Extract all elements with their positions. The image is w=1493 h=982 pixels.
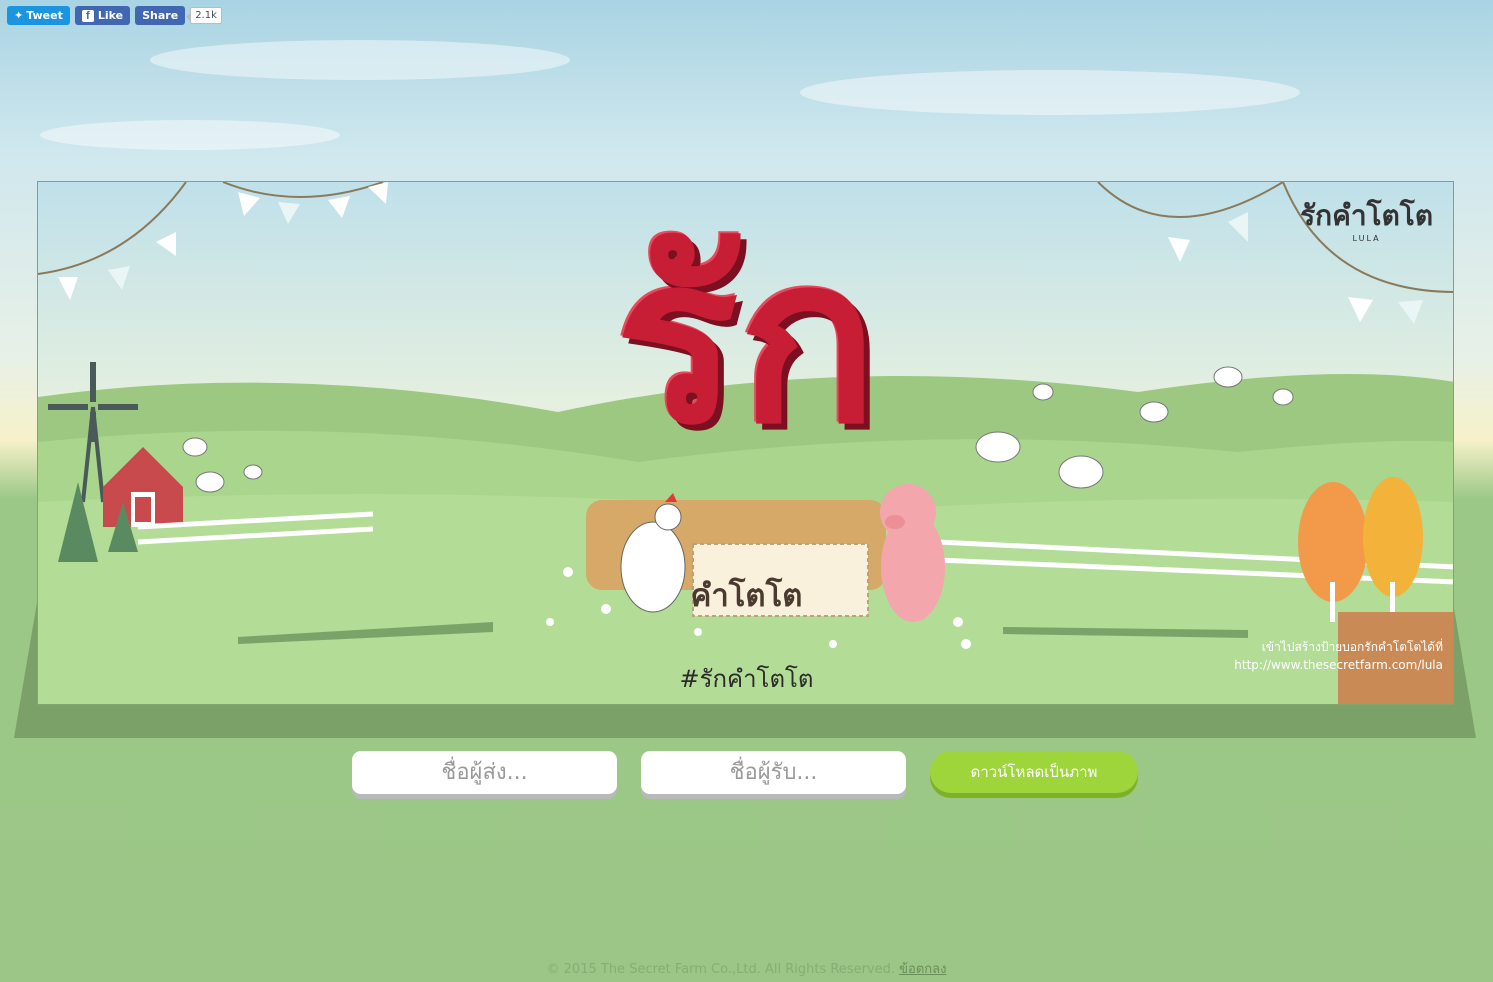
cloud [800,70,1300,115]
logo-text: รักคำโตโต [1300,199,1433,232]
tweet-button[interactable]: ✦ Tweet [7,6,70,25]
copyright-text: © 2015 The Secret Farm Co.,Ltd. All Righ… [546,962,895,977]
cloud [150,40,570,80]
twitter-bird-icon: ✦ [14,9,24,22]
social-bar: ✦ Tweet f Like Share 2.1k [7,6,222,25]
share-count: 2.1k [186,7,222,24]
facebook-like-button[interactable]: f Like [74,6,131,25]
cloud [40,120,340,150]
brand-logo: รักคำโตโต LULA [1300,194,1433,243]
download-image-button[interactable]: ดาวน์โหลดเป็นภาพ [930,751,1138,793]
credit-text: เข้าไปสร้างป้ายบอกรักคำโตโตได้ที่ http:/… [1234,638,1443,674]
share-label: Share [142,9,179,22]
receiver-name-input[interactable] [641,751,906,794]
tweet-label: Tweet [26,9,63,22]
sign-text: คำโตโต [690,578,803,614]
sender-name-input[interactable] [352,751,617,794]
like-label: Like [97,9,124,22]
credit-line-2: http://www.thesecretfarm.com/lula [1234,658,1443,672]
terms-link[interactable]: ข้อตกลง [899,962,946,977]
footer: © 2015 The Secret Farm Co.,Ltd. All Righ… [0,958,1493,979]
love-headline: รัก [615,208,878,475]
credit-line-1: เข้าไปสร้างป้ายบอกรักคำโตโตได้ที่ [1261,640,1443,654]
facebook-icon: f [81,9,94,22]
preview-card: รัก คำโตโต #รักคำโตโต เข้าไปสร้างป้ายบอก… [37,181,1454,705]
facebook-share-button[interactable]: Share [135,6,186,25]
